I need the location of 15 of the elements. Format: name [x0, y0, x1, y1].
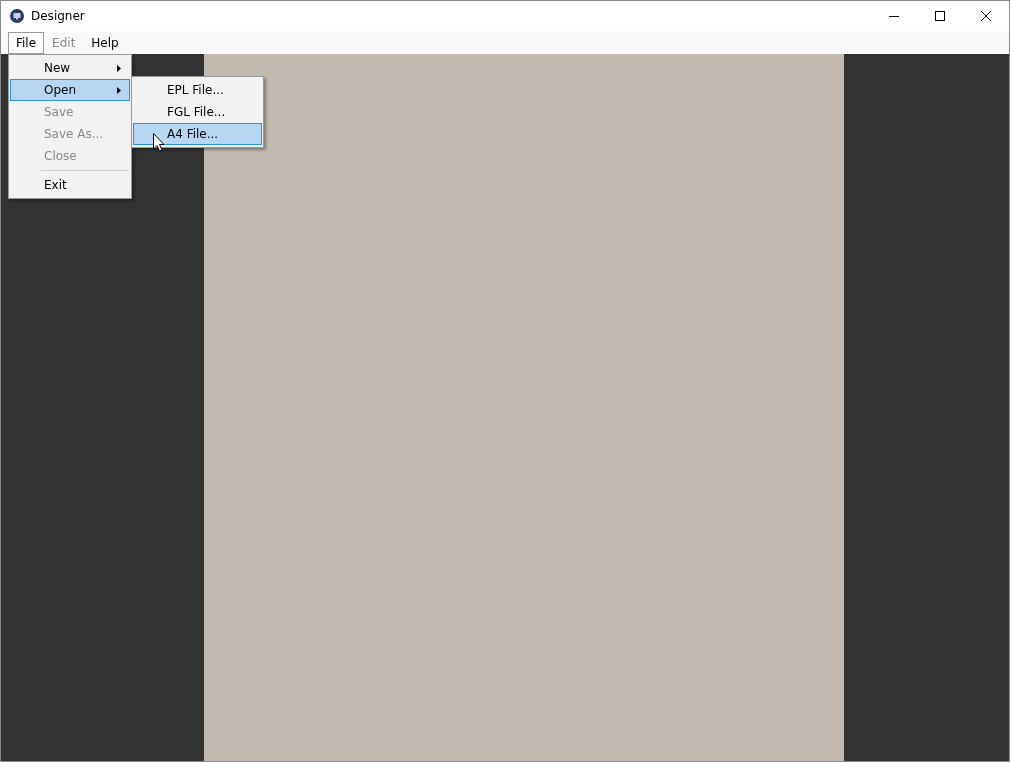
- menu-item[interactable]: Open: [10, 79, 130, 101]
- menu-item[interactable]: Help: [83, 31, 127, 54]
- submenu-arrow-icon: [117, 87, 121, 94]
- mouse-pointer-icon: [153, 133, 165, 152]
- close-icon: [981, 11, 991, 21]
- menu-item[interactable]: A4 File...: [133, 123, 262, 145]
- submenu-arrow-icon: [117, 65, 121, 72]
- menu-item[interactable]: New: [10, 57, 130, 79]
- menu-item[interactable]: FGL File...: [133, 101, 262, 123]
- monitor-icon: [10, 9, 24, 23]
- menu-item[interactable]: File: [8, 31, 45, 54]
- menu-item[interactable]: EPL File...: [133, 79, 262, 101]
- maximize-icon: [935, 11, 945, 21]
- window-title: Designer: [31, 9, 85, 23]
- menu-item[interactable]: Exit: [10, 174, 130, 196]
